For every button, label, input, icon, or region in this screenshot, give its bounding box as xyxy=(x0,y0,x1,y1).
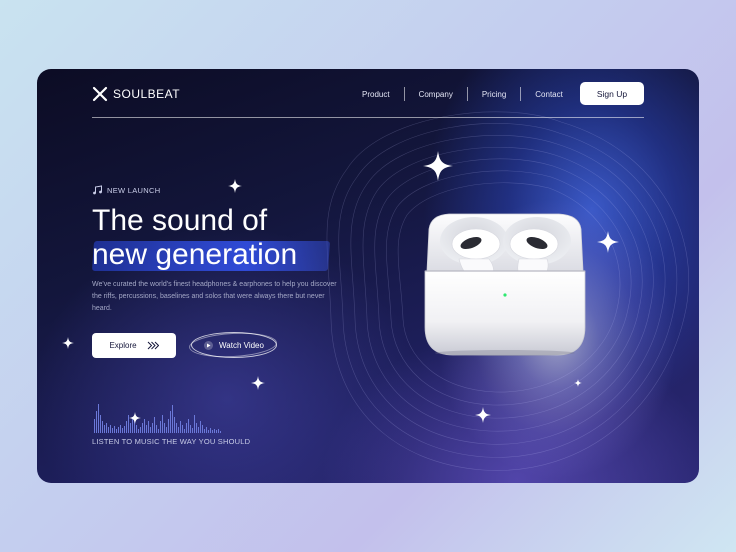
x-logo-icon xyxy=(92,86,108,102)
explore-label: Explore xyxy=(109,341,137,350)
badge-label: NEW LAUNCH xyxy=(107,185,161,195)
music-note-icon xyxy=(93,185,102,195)
equalizer-graphic xyxy=(94,404,221,433)
nav-pricing[interactable]: Pricing xyxy=(482,90,506,99)
sparkle-icon xyxy=(574,379,582,387)
watch-video-label: Watch Video xyxy=(219,340,264,350)
sparkle-icon xyxy=(228,179,242,193)
nav-divider xyxy=(520,87,522,101)
hero-card: SOULBEAT Product Company Pricing Contact… xyxy=(37,69,699,483)
main-nav: Product Company Pricing Contact xyxy=(362,87,563,101)
brand-logo[interactable]: SOULBEAT xyxy=(92,86,180,102)
nav-product[interactable]: Product xyxy=(362,90,390,99)
signup-button[interactable]: Sign Up xyxy=(580,82,644,105)
hero-description: We've curated the world's finest headpho… xyxy=(92,281,337,312)
sparkle-icon xyxy=(129,412,141,424)
brand-name: SOULBEAT xyxy=(113,87,181,101)
header-divider xyxy=(92,117,644,118)
explore-button[interactable]: Explore xyxy=(92,333,176,358)
new-launch-badge: NEW LAUNCH xyxy=(92,185,160,195)
double-chevron-right-icon xyxy=(147,341,159,350)
headline-line-1: The sound of xyxy=(92,204,268,237)
headline-line-2: new generation xyxy=(92,238,298,271)
tagline: LISTEN TO MUSIC THE WAY YOU SHOULD xyxy=(92,437,251,446)
sparkle-icon xyxy=(597,231,619,253)
play-icon xyxy=(204,340,214,350)
airpods-case-image xyxy=(424,213,586,356)
nav-divider xyxy=(403,87,405,101)
status-light-icon xyxy=(503,293,507,297)
nav-divider xyxy=(466,87,468,101)
nav-contact[interactable]: Contact xyxy=(535,90,563,99)
sparkle-icon xyxy=(423,151,453,181)
sparkle-icon xyxy=(62,337,74,349)
nav-company[interactable]: Company xyxy=(419,90,453,99)
sparkle-icon xyxy=(251,376,265,390)
sparkle-icon xyxy=(475,407,491,423)
watch-video-button[interactable]: Watch Video xyxy=(188,330,278,360)
